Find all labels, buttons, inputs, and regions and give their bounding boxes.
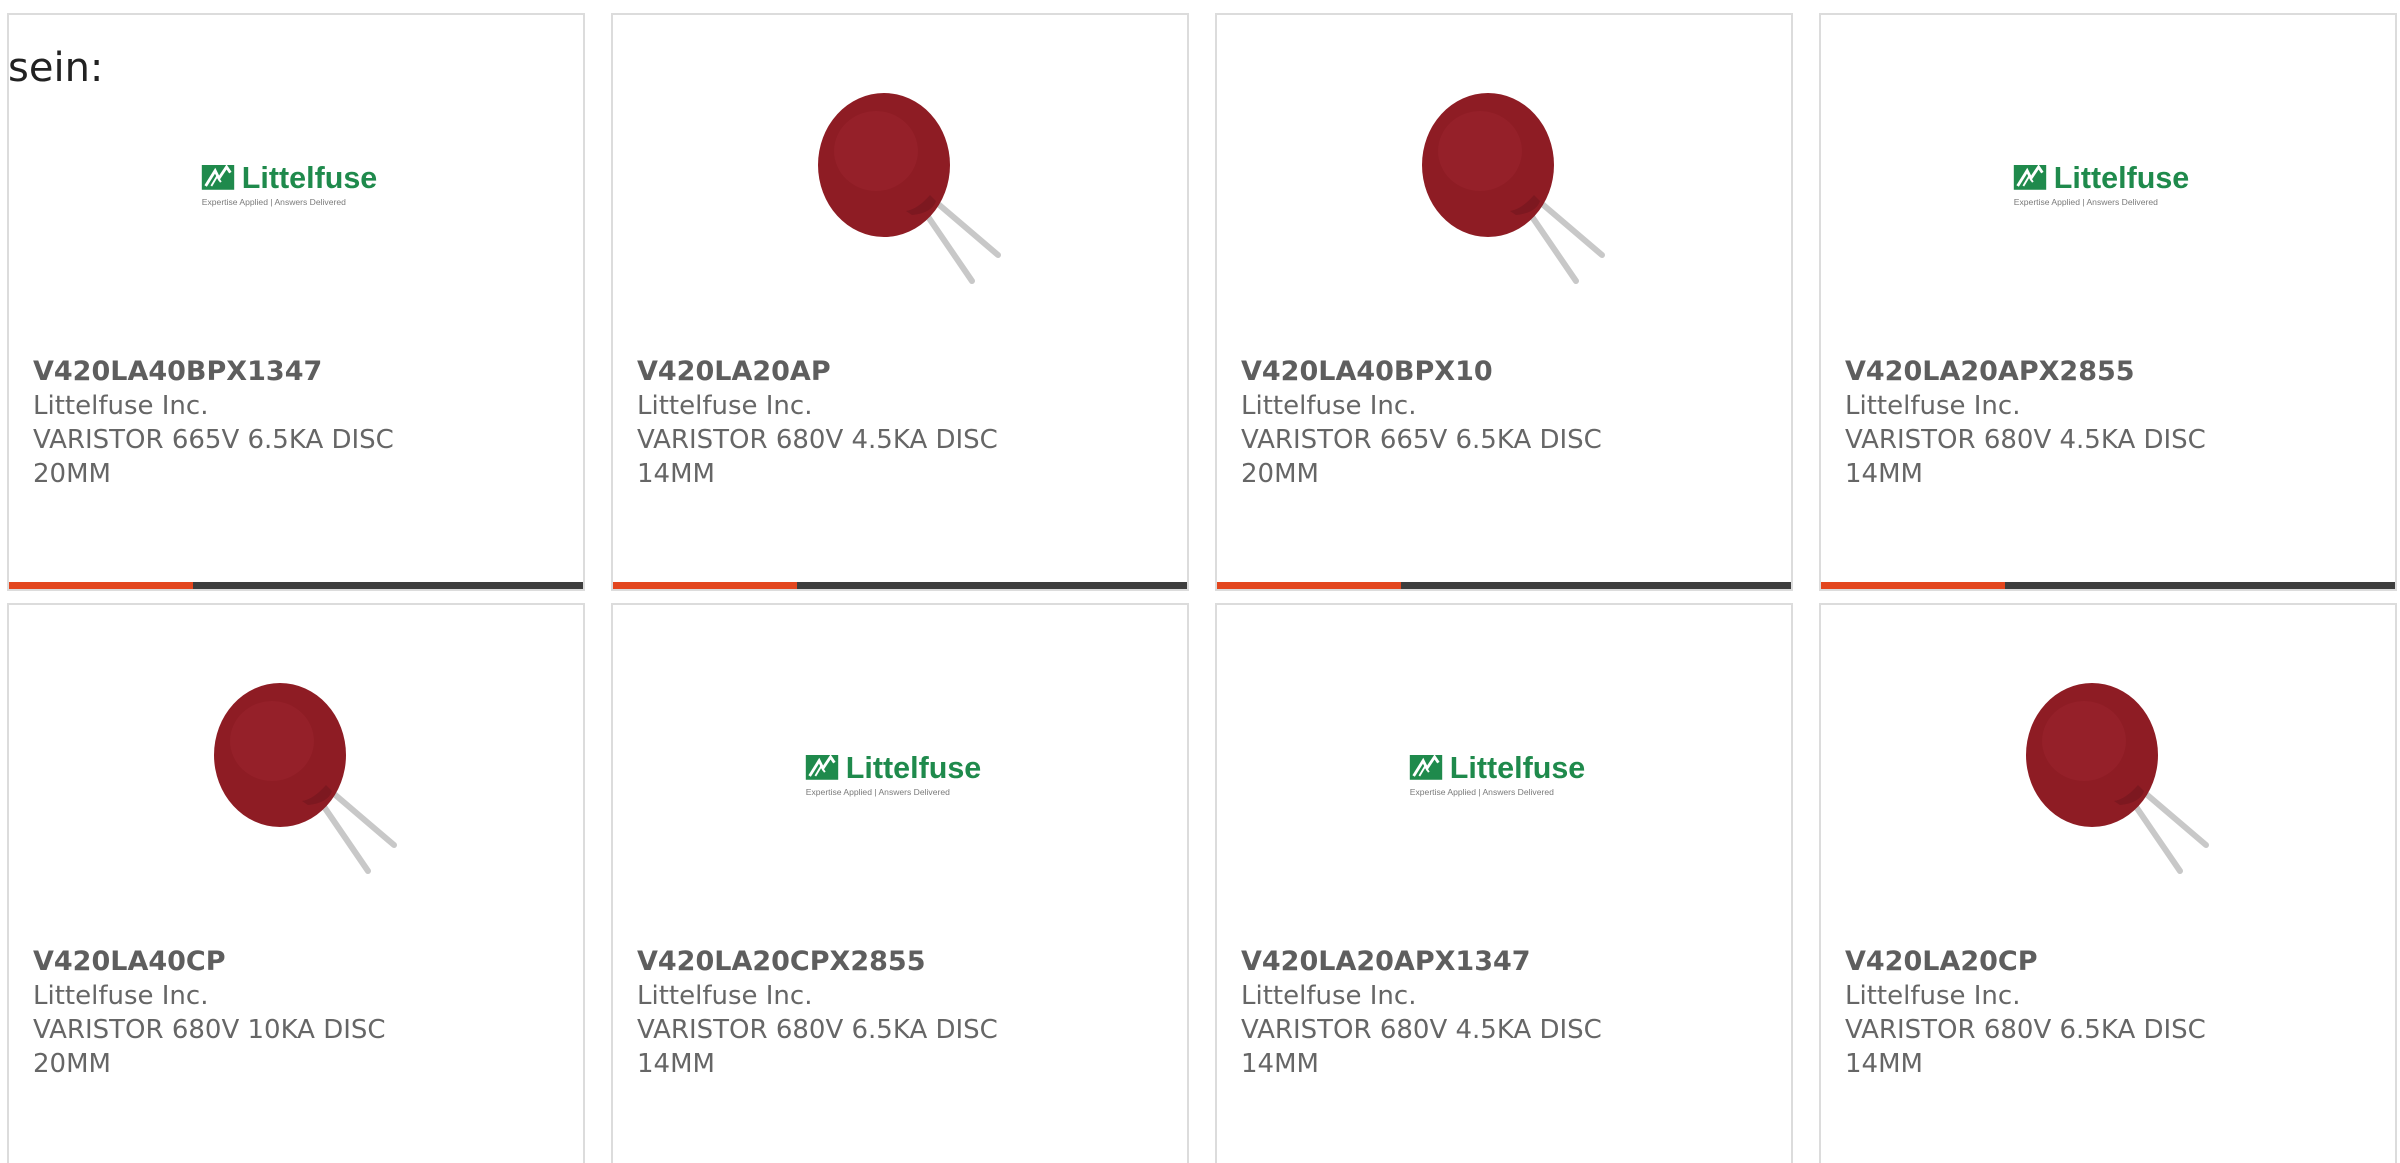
description-line-1: VARISTOR 680V 4.5KA DISC [637,425,998,455]
part-number[interactable]: V420LA40CP [33,945,433,979]
product-card[interactable]: Littelfuse Expertise Applied | Answers D… [611,603,1189,1163]
card-bar-accent [9,582,193,589]
logo-tagline-text: Expertise Applied | Answers Delivered [202,197,346,207]
manufacturer: Littelfuse Inc. [1241,391,1417,421]
product-info: V420LA40CP Littelfuse Inc. VARISTOR 680V… [33,945,433,1081]
description-line-1: VARISTOR 680V 6.5KA DISC [637,1015,998,1045]
product-image [802,85,1002,285]
description-line-2: 14MM [1845,1049,1923,1079]
manufacturer: Littelfuse Inc. [637,391,813,421]
product-card[interactable]: Littelfuse Expertise Applied | Answers D… [1819,13,2397,591]
product-image: Littelfuse Expertise Applied | Answers D… [198,85,398,285]
manufacturer: Littelfuse Inc. [1845,981,2021,1011]
logo-tagline-text: Expertise Applied | Answers Delivered [2014,197,2158,207]
product-card[interactable]: V420LA20AP Littelfuse Inc. VARISTOR 680V… [611,13,1189,591]
littelfuse-logo-icon: Littelfuse Expertise Applied | Answers D… [1409,751,1585,797]
varistor-icon [1422,93,1605,284]
product-info: V420LA20APX1347 Littelfuse Inc. VARISTOR… [1241,945,1641,1081]
part-number[interactable]: V420LA20APX1347 [1241,945,1641,979]
product-info: V420LA20CPX2855 Littelfuse Inc. VARISTOR… [637,945,1037,1081]
product-image [2010,675,2210,875]
description-line-2: 14MM [637,1049,715,1079]
card-bar [1821,582,2395,589]
product-card[interactable]: Littelfuse Expertise Applied | Answers D… [7,13,585,591]
part-number[interactable]: V420LA40BPX10 [1241,355,1641,389]
product-card[interactable]: V420LA20CP Littelfuse Inc. VARISTOR 680V… [1819,603,2397,1163]
card-bar-accent [1217,582,1401,589]
page: sein: Littelfuse Expertise Applied | Ans… [0,0,2400,1163]
manufacturer: Littelfuse Inc. [33,981,209,1011]
card-bar [9,582,583,589]
description-line-2: 14MM [1241,1049,1319,1079]
logo-brand-text: Littelfuse [242,161,377,195]
logo-brand-text: Littelfuse [2054,161,2189,195]
description-line-1: VARISTOR 680V 6.5KA DISC [1845,1015,2206,1045]
product-card[interactable]: V420LA40BPX10 Littelfuse Inc. VARISTOR 6… [1215,13,1793,591]
manufacturer: Littelfuse Inc. [33,391,209,421]
description-line-2: 20MM [33,459,111,489]
littelfuse-logo-icon: Littelfuse Expertise Applied | Answers D… [2013,161,2189,207]
part-number[interactable]: V420LA20CPX2855 [637,945,1037,979]
product-info: V420LA20AP Littelfuse Inc. VARISTOR 680V… [637,355,1037,491]
description-line-1: VARISTOR 665V 6.5KA DISC [33,425,394,455]
card-bar [613,582,1187,589]
logo-tagline-text: Expertise Applied | Answers Delivered [806,787,950,797]
description-line-1: VARISTOR 680V 10KA DISC [33,1015,386,1045]
product-image [1406,85,1606,285]
card-bar-accent [1821,582,2005,589]
product-card[interactable]: V420LA40CP Littelfuse Inc. VARISTOR 680V… [7,603,585,1163]
littelfuse-logo-icon: Littelfuse Expertise Applied | Answers D… [201,161,377,207]
product-image: Littelfuse Expertise Applied | Answers D… [1406,675,1606,875]
part-number[interactable]: V420LA20APX2855 [1845,355,2245,389]
part-number[interactable]: V420LA20AP [637,355,1037,389]
product-info: V420LA20APX2855 Littelfuse Inc. VARISTOR… [1845,355,2245,491]
varistor-icon [818,93,1001,284]
intro-text: sein: [8,45,104,91]
varistor-icon [2026,683,2209,874]
logo-tagline-text: Expertise Applied | Answers Delivered [1410,787,1554,797]
manufacturer: Littelfuse Inc. [1241,981,1417,1011]
logo-brand-text: Littelfuse [1450,751,1585,785]
product-grid: Littelfuse Expertise Applied | Answers D… [7,13,2397,1163]
description-line-1: VARISTOR 680V 4.5KA DISC [1845,425,2206,455]
logo-brand-text: Littelfuse [846,751,981,785]
part-number[interactable]: V420LA40BPX1347 [33,355,433,389]
description-line-2: 20MM [33,1049,111,1079]
product-image: Littelfuse Expertise Applied | Answers D… [802,675,1002,875]
product-image: Littelfuse Expertise Applied | Answers D… [2010,85,2210,285]
description-line-1: VARISTOR 665V 6.5KA DISC [1241,425,1602,455]
product-info: V420LA20CP Littelfuse Inc. VARISTOR 680V… [1845,945,2245,1081]
description-line-2: 14MM [637,459,715,489]
product-info: V420LA40BPX1347 Littelfuse Inc. VARISTOR… [33,355,433,491]
description-line-2: 14MM [1845,459,1923,489]
product-info: V420LA40BPX10 Littelfuse Inc. VARISTOR 6… [1241,355,1641,491]
manufacturer: Littelfuse Inc. [637,981,813,1011]
card-bar-accent [613,582,797,589]
description-line-2: 20MM [1241,459,1319,489]
littelfuse-logo-icon: Littelfuse Expertise Applied | Answers D… [805,751,981,797]
part-number[interactable]: V420LA20CP [1845,945,2245,979]
description-line-1: VARISTOR 680V 4.5KA DISC [1241,1015,1602,1045]
product-image [198,675,398,875]
product-card[interactable]: Littelfuse Expertise Applied | Answers D… [1215,603,1793,1163]
varistor-icon [214,683,397,874]
manufacturer: Littelfuse Inc. [1845,391,2021,421]
card-bar [1217,582,1791,589]
